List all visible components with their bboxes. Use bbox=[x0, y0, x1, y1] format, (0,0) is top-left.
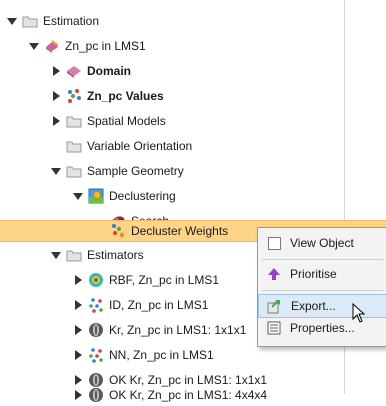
tree-item-label: Domain bbox=[87, 64, 132, 78]
expanded-arrow-icon[interactable] bbox=[6, 15, 18, 27]
checkbox-icon[interactable] bbox=[266, 235, 282, 251]
expanded-arrow-icon[interactable] bbox=[50, 249, 62, 261]
decluster-weights-icon bbox=[110, 223, 126, 239]
folder-icon bbox=[66, 138, 82, 154]
tree-item-label: OK Kr, Zn_pc in LMS1: 4x4x4 bbox=[109, 388, 268, 402]
menu-item-label: Properties... bbox=[290, 321, 355, 335]
collapsed-arrow-icon[interactable] bbox=[72, 349, 84, 361]
context-menu: View Object Prioritise Export... Propert… bbox=[257, 227, 386, 347]
expanded-arrow-icon[interactable] bbox=[50, 165, 62, 177]
collapsed-arrow-icon[interactable] bbox=[50, 90, 62, 102]
tree-item-ok-kr-estimator-4x4x4[interactable]: OK Kr, Zn_pc in LMS1: 4x4x4 bbox=[0, 384, 386, 406]
tree-item-label: Zn_pc Values bbox=[87, 89, 164, 103]
tree-item-estimation[interactable]: Estimation bbox=[0, 10, 386, 32]
collapsed-arrow-icon[interactable] bbox=[72, 299, 84, 311]
folder-icon bbox=[66, 163, 82, 179]
domain-icon bbox=[66, 63, 82, 79]
declustering-icon bbox=[88, 188, 104, 204]
collapsed-arrow-icon[interactable] bbox=[72, 324, 84, 336]
folder-icon bbox=[66, 247, 82, 263]
arrow-up-icon bbox=[266, 266, 282, 282]
mouse-cursor-icon bbox=[352, 302, 366, 326]
tree-item-variable-orientation[interactable]: Variable Orientation bbox=[0, 135, 386, 157]
menu-item-view-object[interactable]: View Object bbox=[258, 232, 386, 254]
menu-item-export[interactable]: Export... bbox=[258, 294, 386, 318]
tree-item-label: Decluster Weights bbox=[131, 224, 229, 238]
tree-item-label: Sample Geometry bbox=[87, 164, 184, 178]
tree-item-spatial-models[interactable]: Spatial Models bbox=[0, 110, 386, 132]
tree-item-zn-pc-values[interactable]: Zn_pc Values bbox=[0, 85, 386, 107]
tree-item-label: NN, Zn_pc in LMS1 bbox=[109, 348, 214, 362]
menu-item-label: View Object bbox=[290, 236, 354, 250]
estimation-domain-icon bbox=[44, 38, 60, 54]
properties-icon bbox=[266, 320, 282, 336]
menu-item-properties[interactable]: Properties... bbox=[258, 317, 386, 339]
collapsed-arrow-icon[interactable] bbox=[72, 274, 84, 286]
tree-item-label: RBF, Zn_pc in LMS1 bbox=[109, 273, 220, 287]
tree-item-sample-geometry[interactable]: Sample Geometry bbox=[0, 160, 386, 182]
rbf-estimator-icon bbox=[88, 272, 104, 288]
menu-item-label: Export... bbox=[291, 299, 336, 313]
menu-item-prioritise[interactable]: Prioritise bbox=[258, 263, 386, 285]
menu-separator bbox=[262, 290, 383, 291]
tree-item-nn-estimator[interactable]: NN, Zn_pc in LMS1 bbox=[0, 344, 386, 366]
tree-item-domain[interactable]: Domain bbox=[0, 60, 386, 82]
tree-item-label: Spatial Models bbox=[87, 114, 166, 128]
collapsed-arrow-icon[interactable] bbox=[72, 389, 84, 401]
tree-item-label: Declustering bbox=[109, 189, 176, 203]
folder-icon bbox=[66, 113, 82, 129]
collapsed-arrow-icon[interactable] bbox=[50, 115, 62, 127]
export-icon bbox=[267, 298, 283, 314]
tree-item-declustering[interactable]: Declustering bbox=[0, 185, 386, 207]
tree-item-label: Estimation bbox=[43, 14, 100, 28]
tree-item-label: Zn_pc in LMS1 bbox=[65, 39, 146, 53]
collapsed-arrow-icon[interactable] bbox=[50, 65, 62, 77]
folder-icon bbox=[22, 13, 38, 29]
expanded-arrow-icon[interactable] bbox=[72, 190, 84, 202]
tree-item-label: Variable Orientation bbox=[87, 139, 193, 153]
menu-item-label: Prioritise bbox=[290, 267, 337, 281]
expanded-arrow-icon[interactable] bbox=[28, 40, 40, 52]
kriging-estimator-icon bbox=[88, 387, 104, 403]
kriging-estimator-icon bbox=[88, 322, 104, 338]
id-estimator-icon bbox=[88, 297, 104, 313]
nn-estimator-icon bbox=[88, 347, 104, 363]
points-values-icon bbox=[66, 88, 82, 104]
tree-item-label: Kr, Zn_pc in LMS1: 1x1x1 bbox=[109, 323, 247, 337]
tree-item-zn-pc-in-lms1[interactable]: Zn_pc in LMS1 bbox=[0, 35, 386, 57]
tree-item-label: ID, Zn_pc in LMS1 bbox=[109, 298, 209, 312]
menu-separator bbox=[262, 259, 383, 260]
tree-item-label: Estimators bbox=[87, 248, 144, 262]
